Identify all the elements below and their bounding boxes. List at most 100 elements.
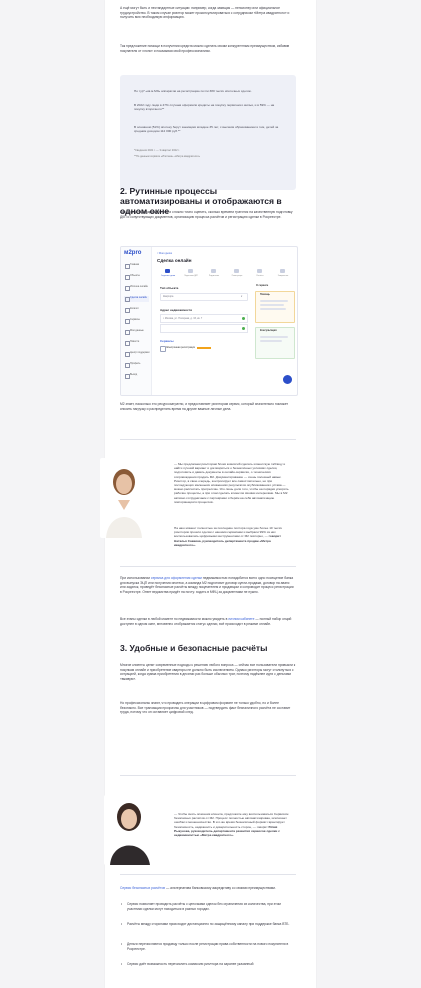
stats-line-2: В 2022 году люди в 47% случаев оформили … <box>134 103 275 112</box>
deal-service-screenshot: м2pro Главная Объекты Ипотека онлайн Сделка… <box>120 246 298 396</box>
safe-payments-paragraph-post: — альтернатива банковскому аккредитиву с… <box>165 886 276 890</box>
right-panel: О сервисе Помощь Консультация <box>255 283 295 388</box>
sidebar-item[interactable]: Новости <box>124 340 149 346</box>
object-type-label: Тип объекта <box>160 286 179 290</box>
speaker-photo-natalia <box>100 458 146 538</box>
deal-steps: Создание сделки Подготовка ДКП Подписание Р… <box>157 269 293 281</box>
sidebar-item-label: Мои данные <box>130 329 144 332</box>
address-input[interactable]: г. Москва, ул. Полярная, д. 33, кв. 7 <box>160 314 248 323</box>
deal-step[interactable]: Подготовка ДКП <box>180 269 202 280</box>
step-label: Регистрация <box>231 275 243 277</box>
deal-step[interactable]: Подписание <box>203 269 225 280</box>
consult-card: Консультация <box>255 327 295 359</box>
list-item-text: Сервис даёт возможность перечислить коми… <box>127 962 254 966</box>
sidebar-item-label: Выход <box>130 373 138 376</box>
sidebar-item-label: Объекты <box>130 274 140 277</box>
deal-online-heading: Сделка онлайн <box>157 258 192 263</box>
consult-card-title: Консультация <box>260 329 277 332</box>
sidebar-item-label: Профиль <box>130 362 141 365</box>
object-type-value: Квартира <box>163 295 174 298</box>
sidebar-item[interactable]: Сервисы <box>124 318 149 324</box>
step-icon <box>165 269 170 273</box>
list-item: Сервис позволяет проводить расчёты с цеп… <box>121 902 292 911</box>
list-item-text: Сервис позволяет проводить расчёты с цеп… <box>127 902 281 911</box>
chevron-down-icon: ▾ <box>241 295 243 298</box>
sidebar-item[interactable]: Выход <box>124 373 149 379</box>
speaker-photo-yulia <box>104 795 156 865</box>
deal-service-paragraph-pre: При использовании <box>120 576 151 580</box>
deal-step[interactable]: Регистрация <box>226 269 248 280</box>
sidebar-item[interactable]: Профиль <box>124 362 149 368</box>
divider <box>120 775 296 776</box>
sidebar-item[interactable]: Ипотека онлайн <box>124 285 149 291</box>
section-2-paragraph-1: Каждая сделка индивидуальна, и сложно то… <box>120 210 293 219</box>
step-label: Создание сделки <box>160 275 176 277</box>
sidebar-item[interactable]: Центр поддержки <box>124 351 150 357</box>
list-item: Расчёты между сторонами происходят диста… <box>121 922 292 927</box>
object-type-select[interactable]: Квартира ▾ <box>160 293 248 301</box>
step-icon <box>211 269 216 273</box>
deal-step[interactable]: Расчёты <box>249 269 271 280</box>
sidebar-item-label: Сделка онлайн <box>130 296 147 299</box>
help-card: Помощь <box>255 291 295 323</box>
m2pro-logo: м2pro <box>124 250 142 256</box>
deal-step[interactable]: Создание сделки <box>157 269 179 280</box>
about-service-title: О сервисе <box>256 284 269 287</box>
back-to-deals-link[interactable]: < Мои сделки <box>157 252 172 255</box>
sidebar-item[interactable]: Главная <box>124 263 149 269</box>
divider <box>120 439 296 440</box>
list-item-text: Расчёты между сторонами происходят диста… <box>127 922 290 926</box>
check-icon <box>242 317 245 320</box>
quote-2-block: — Чтобы снять опасения клиента, предложи… <box>174 812 292 837</box>
cabinet-paragraph-pre: Все этапы сделки в любой момент по недви… <box>120 617 229 621</box>
sidebar-item-label: Главная <box>130 263 140 266</box>
intro-paragraph-1: А ещё могут быть и нестандартные ситуаци… <box>120 6 290 20</box>
divider <box>120 566 296 567</box>
quote-1-text-2-body: На наш момент полностью за последние пол… <box>174 526 282 539</box>
step-icon <box>234 269 239 273</box>
sidebar-item[interactable]: Объекты <box>124 274 149 280</box>
chat-icon[interactable] <box>283 375 292 384</box>
stats-line-3: В основном (51%) ипотеку берут заемщики … <box>134 125 279 134</box>
sidebar-item[interactable]: Мои данные <box>124 329 149 335</box>
address-extra-input[interactable] <box>160 324 248 333</box>
step-icon <box>257 269 262 273</box>
divider <box>120 874 296 875</box>
safe-payments-paragraph: Сервис безопасных расчётов — альтернатив… <box>120 886 296 891</box>
deal-step[interactable]: Завершение <box>272 269 294 280</box>
list-item: Сервис даёт возможность перечислить коми… <box>121 962 292 967</box>
sidebar-item-label: Каталог <box>130 307 139 310</box>
services-label: Сервисы <box>160 339 174 343</box>
sidebar-item[interactable]: Каталог <box>124 307 149 313</box>
list-item: Деньги перечисляются продавцу только пос… <box>121 942 292 951</box>
stats-line-1: По тур* «кв.м.МЗ» аппаратов на регистрац… <box>134 89 252 93</box>
cabinet-paragraph: Все этапы сделки в любой момент по недви… <box>120 617 296 626</box>
stats-panel: По тур* «кв.м.МЗ» аппаратов на регистрац… <box>120 75 296 190</box>
app-sidebar: м2pro Главная Объекты Ипотека онлайн Сделка… <box>121 247 152 395</box>
quote-1-text: — Мы предлагаем риэлторам блоки комиссий… <box>174 462 289 504</box>
section-3-title: 3. Удобные и безопасные расчёты <box>120 643 268 653</box>
address-label: Адрес недвижимости <box>160 308 193 312</box>
step-icon <box>280 269 285 273</box>
sidebar-item[interactable]: Сделка онлайн <box>124 296 149 302</box>
step-label: Завершение <box>277 275 289 277</box>
section-3-paragraph-1: Многие клиенты ценят современные подходы… <box>120 663 296 681</box>
personal-cabinet-link[interactable]: личном кабинете <box>228 617 254 621</box>
sidebar-item-label: Ипотека онлайн <box>130 285 148 288</box>
service-badge <box>197 347 211 349</box>
quote-1-text-2: На наш момент полностью за последние пол… <box>174 526 292 547</box>
deal-service-paragraph: При использовании сервиса для оформления… <box>120 576 296 594</box>
deal-service-link[interactable]: сервиса для оформления сделки <box>151 576 202 580</box>
section-3-paragraph-2: Но профессионалы знают, что проводить оп… <box>120 701 291 715</box>
safe-payments-link[interactable]: Сервис безопасных расчётов <box>120 886 165 890</box>
step-icon <box>188 269 193 273</box>
step-label: Расчёты <box>256 275 264 277</box>
sidebar-item-label: Новости <box>130 340 140 343</box>
check-icon <box>242 327 245 330</box>
service-item-label: Электронная регистрация <box>166 346 195 349</box>
help-card-title: Помощь <box>260 293 270 296</box>
intro-paragraph-2: Так предложение помощи в получении креди… <box>120 44 290 53</box>
address-value: г. Москва, ул. Полярная, д. 33, кв. 7 <box>163 317 203 320</box>
sidebar-item-label: Сервисы <box>130 318 140 321</box>
list-item-text: Деньги перечисляются продавцу только пос… <box>127 942 289 951</box>
